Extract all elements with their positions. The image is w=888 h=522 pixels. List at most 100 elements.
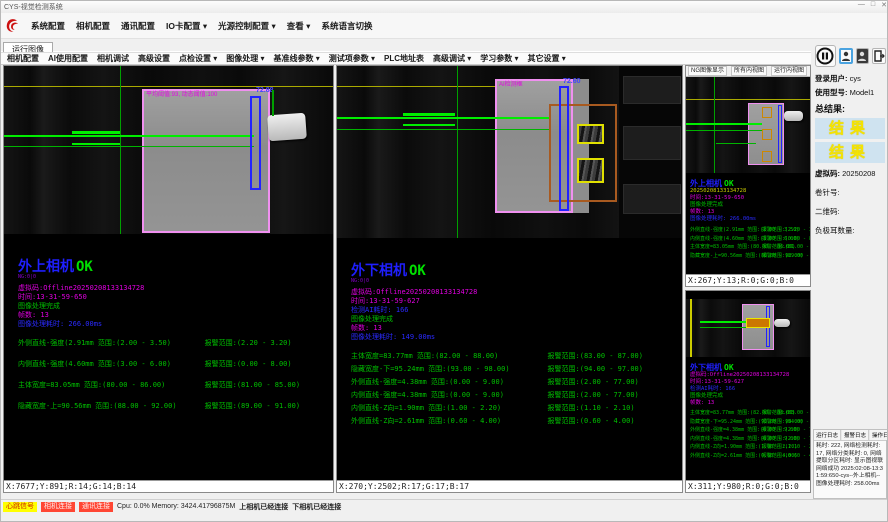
result-elapsed: 图像处理耗时: 266.00ms (690, 216, 806, 223)
measurement-row: 内侧直线-强度=4.38mm 范围:(0.00 - 9.00)报警范围:(2.0… (690, 436, 806, 443)
log-text: 耗时: 222, 网络检测耗时: 17, 网络分类耗时: 0, 网络提取分区耗时… (814, 441, 886, 490)
measurement-row: 内侧直线-Z向=1.90mm 范围:(1.00 - 2.20)报警范围:(1.1… (690, 444, 806, 451)
result-elapsed: 图像处理耗时: 149.00ms (351, 333, 668, 342)
result-time: 时间:13-31-59-650 (18, 293, 319, 302)
user-mode-button[interactable] (839, 48, 853, 64)
measurement-row: 主体宽度=83.05mm 范围:(80.00 - 86.00)报警范围:(81.… (690, 244, 806, 251)
log-tabs: 运行日志 报警日志 操作日志 (814, 430, 886, 441)
result-done: 图像处理完成 (690, 202, 806, 209)
camera-image-upper[interactable]: 平均阈值:93, 动态阈值:100 72.88 (4, 66, 333, 234)
login-user-row: 登录用户: cys (813, 71, 887, 85)
yellow-tab-box (577, 158, 604, 183)
menu-item-view[interactable]: 查看 ▾ (287, 20, 311, 32)
mini-camera-image-upper[interactable] (686, 77, 810, 173)
toolbar-advanced-debug[interactable]: 高级调试 ▾ (433, 53, 471, 64)
tab-run-views[interactable]: 运行内视图 (771, 66, 807, 76)
tab-strip: 运行图像 (1, 39, 811, 52)
menu-item-light-config[interactable]: 光源控制配置 ▾ (218, 20, 276, 32)
toolbar-baseline-params[interactable]: 基准线参数 ▾ (274, 53, 320, 64)
model-row: 使用型号: Model1 (813, 85, 887, 99)
measurement-row: 隐藏宽度-下=95.24mm 范围:(93.00 - 98.00)报警范围:(9… (690, 419, 806, 426)
menu-item-io-config[interactable]: IO卡配置 ▾ (166, 20, 207, 32)
log-panel: 运行日志 报警日志 操作日志 耗时: 222, 网络检测耗时: 17, 网络分类… (813, 429, 887, 499)
menu-item-camera-config[interactable]: 相机配置 (76, 20, 110, 32)
blue-measure-box (778, 105, 782, 163)
toolbar-advanced-settings[interactable]: 高级设置 (138, 53, 170, 64)
title-bar: CYS-视觉检测系统 — □ ✕ (1, 1, 888, 13)
menu-item-system-config[interactable]: 系统配置 (31, 20, 65, 32)
camera-image-lower[interactable]: AI检测框 72.60 (337, 66, 682, 238)
app-logo-icon (5, 17, 20, 34)
mini-camera-image-lower[interactable] (686, 299, 810, 357)
toolbar-plc-address[interactable]: PLC地址表 (384, 53, 424, 64)
mini-result-upper: 外上相机OK 20250208133134728 时间:13-31-59-650… (686, 173, 810, 274)
blue-measure-box (250, 96, 261, 190)
result-done: 图像处理完成 (690, 393, 806, 400)
measurement-row: 内侧直线-Z向=1.90mm 范围:(1.00 - 2.20)报警范围:(1.1… (351, 404, 668, 413)
menu-item-language-switch[interactable]: 系统语言切换 (321, 20, 372, 32)
measurement-row: 隐藏宽度-下=95.24mm 范围:(93.00 - 98.00)报警范围:(9… (351, 365, 668, 374)
measurement-row: 隐藏宽度-上=90.56mm 范围:(88.00 - 92.00)报警范围:(8… (690, 253, 806, 260)
machinery-block (623, 184, 681, 214)
toolbar-other-settings[interactable]: 其它设置 ▾ (528, 53, 566, 64)
result-done: 图像处理完成 (18, 302, 319, 311)
close-button[interactable]: ✕ (881, 1, 887, 9)
measurement-rows: 外侧直线-强度(2.91mm 范围:(2.00 - 3.50)报警范围:(2.2… (690, 227, 806, 259)
result-frames: 帧数: 13 (351, 324, 668, 333)
status-bar: 心跳信号 相机连接 通讯连接 Cpu: 0.0% Memory: 3424.41… (1, 499, 888, 513)
measurement-row: 外侧直线-Z向=2.61mm 范围:(0.60 - 4.00)报警范围:(0.6… (351, 417, 668, 426)
coordinate-bar-mini-upper: X:267;Y:13;R:0;G:0;B:0 (686, 274, 810, 286)
result-done: 图像处理完成 (351, 315, 668, 324)
measurement-row: 外侧直线-Z向=2.61mm 范围:(0.60 - 4.00)报警范围:(0.6… (690, 453, 806, 460)
toolbar-ai-config[interactable]: AI使用配置 (48, 53, 88, 64)
blue-measure-value: 72.88 (256, 87, 274, 94)
coordinate-bar-lower: X:270;Y:2502;R:17;G:17;B:17 (337, 480, 682, 492)
lower-camera-status: 下相机已经连接 (292, 502, 341, 512)
toolbar-camera-debug[interactable]: 相机调试 (97, 53, 129, 64)
menu-item-comm-config[interactable]: 通讯配置 (121, 20, 155, 32)
pause-button[interactable] (815, 45, 836, 67)
overlay-green-segment (72, 143, 120, 145)
log-tab-alarm[interactable]: 报警日志 (842, 430, 869, 440)
measurement-row: 外侧直线-强度(2.91mm 范围:(2.00 - 3.50)报警范围:(2.2… (18, 339, 319, 348)
overlay-yellow-vline (690, 299, 692, 357)
maximize-button[interactable]: □ (871, 1, 875, 9)
tab-all-views[interactable]: 所有内视图 (731, 66, 767, 76)
result-frames: 帧数: 13 (690, 400, 806, 407)
camera-view-lower: AI检测框 72.60 外下相机OK NG:0|0 虚拟码:Offline202… (336, 65, 683, 493)
blue-measure-box (559, 86, 569, 211)
orange-mark (762, 107, 772, 118)
toolbar-camera-config[interactable]: 相机配置 (7, 53, 39, 64)
exit-icon (873, 50, 885, 62)
upper-camera-status: 上相机已经连接 (239, 502, 288, 512)
minimize-button[interactable]: — (858, 1, 865, 9)
operator-button[interactable] (856, 48, 869, 64)
machinery-block (623, 126, 681, 160)
side-panel: 登录用户: cys 使用型号: Model1 总结果: 结果 结果 虚拟码: 2… (813, 41, 887, 501)
toolbar-learning-params[interactable]: 学习参数 ▾ (480, 53, 518, 64)
result-frames: 帧数: 13 (690, 209, 806, 216)
result-frames: 帧数: 13 (18, 311, 319, 320)
log-tab-operation[interactable]: 操作日志 (870, 430, 888, 440)
connector-part (774, 319, 790, 327)
overlay-green-segment (272, 90, 274, 116)
toolbar-spot-check[interactable]: 点检设置 ▾ (179, 53, 217, 64)
overlay-green-hline (686, 123, 762, 125)
toolbar-image-processing[interactable]: 图像处理 ▾ (226, 53, 264, 64)
log-tab-run[interactable]: 运行日志 (814, 430, 841, 440)
highlight-tab-mark (746, 318, 770, 328)
overlay-green-vline (714, 77, 715, 173)
toolbar-test-params[interactable]: 测试项参数 ▾ (329, 53, 375, 64)
tab-ng-display[interactable]: NG图像显示 (688, 66, 727, 76)
barcode-value: 20250208 (842, 169, 875, 178)
barcode-row: 虚拟码: 20250208 (813, 166, 887, 180)
mini-view-tabs: NG图像显示 所有内视图 运行内视图 (686, 66, 810, 77)
exit-button[interactable] (872, 48, 886, 64)
result-barcode: 虚拟码:Offline20250208133134728 (18, 284, 319, 293)
window-title: CYS-视觉检测系统 (4, 2, 63, 12)
coordinate-bar-mini-lower: X:311;Y:980;R:0;G:0;B:0 (686, 480, 810, 492)
overlay-yellow-line (337, 86, 497, 87)
comm-connection-badge: 通讯连接 (79, 502, 113, 512)
result-text-lower: 外下相机OK NG:0|0 虚拟码:Offline202502081331347… (337, 238, 682, 480)
user-icon (841, 51, 851, 62)
